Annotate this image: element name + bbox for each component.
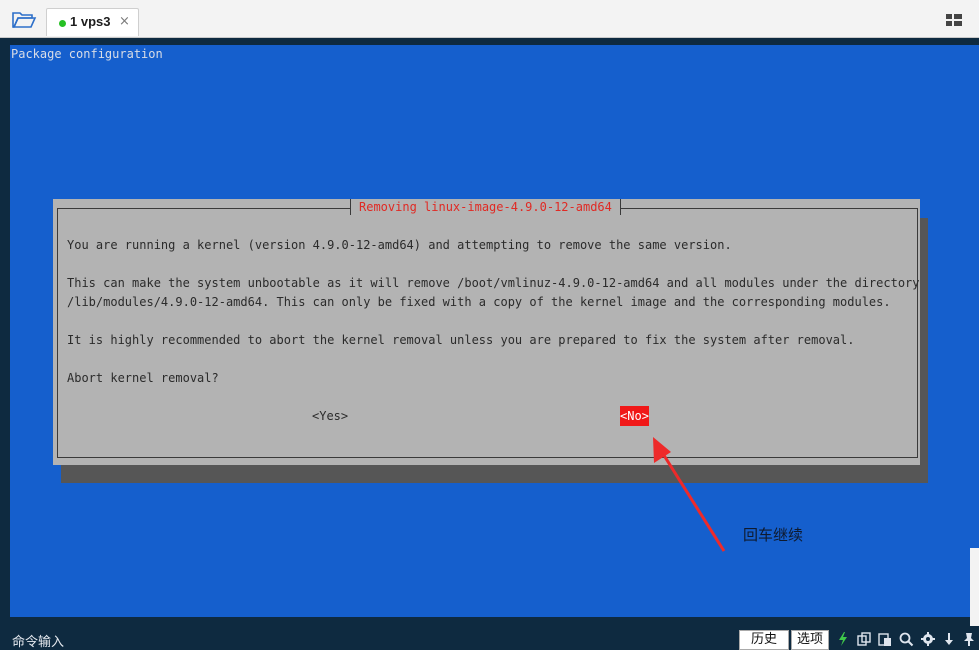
dialog-text-line: You are running a kernel (version 4.9.0-… bbox=[67, 238, 732, 252]
annotation-text: 回车继续 bbox=[743, 526, 804, 544]
connected-status-icon bbox=[59, 20, 66, 27]
grid-view-icon[interactable] bbox=[946, 14, 962, 26]
terminal-screen[interactable]: Package configuration Removing linux-ima… bbox=[10, 45, 979, 617]
download-icon[interactable] bbox=[941, 631, 957, 647]
search-icon[interactable] bbox=[898, 631, 914, 647]
kernel-removal-dialog: Removing linux-image-4.9.0-12-amd64 You … bbox=[53, 199, 920, 465]
command-input-label[interactable]: 命令输入 bbox=[12, 631, 64, 650]
scrollbar[interactable] bbox=[970, 548, 979, 626]
tab-bar: 1 vps3 × bbox=[0, 0, 979, 38]
folder-open-icon[interactable] bbox=[11, 10, 37, 30]
yes-button[interactable]: <Yes> bbox=[312, 408, 348, 424]
lightning-icon[interactable] bbox=[835, 631, 851, 647]
options-button[interactable]: 选项 bbox=[791, 630, 829, 650]
tab-label: 1 vps3 bbox=[70, 14, 111, 29]
history-button[interactable]: 历史 bbox=[739, 630, 789, 650]
package-configuration-title: Package configuration bbox=[11, 47, 163, 61]
pin-icon[interactable] bbox=[961, 631, 977, 647]
dialog-text-line: This can make the system unbootable as i… bbox=[67, 276, 920, 290]
close-icon[interactable]: × bbox=[119, 14, 130, 29]
no-button[interactable]: <No> bbox=[620, 406, 649, 426]
copy-icon[interactable] bbox=[856, 631, 872, 647]
paste-icon[interactable] bbox=[877, 631, 893, 647]
dialog-title: Removing linux-image-4.9.0-12-amd64 bbox=[350, 199, 621, 215]
dialog-question: Abort kernel removal? bbox=[67, 371, 219, 385]
dialog-text-line: /lib/modules/4.9.0-12-amd64. This can on… bbox=[67, 295, 891, 309]
tab-vps3[interactable]: 1 vps3 × bbox=[46, 8, 139, 36]
terminal-margin bbox=[0, 38, 10, 620]
command-bar: 命令输入 历史 选项 bbox=[0, 628, 979, 650]
gear-icon[interactable] bbox=[920, 631, 936, 647]
dialog-text-line: It is highly recommended to abort the ke… bbox=[67, 333, 855, 347]
